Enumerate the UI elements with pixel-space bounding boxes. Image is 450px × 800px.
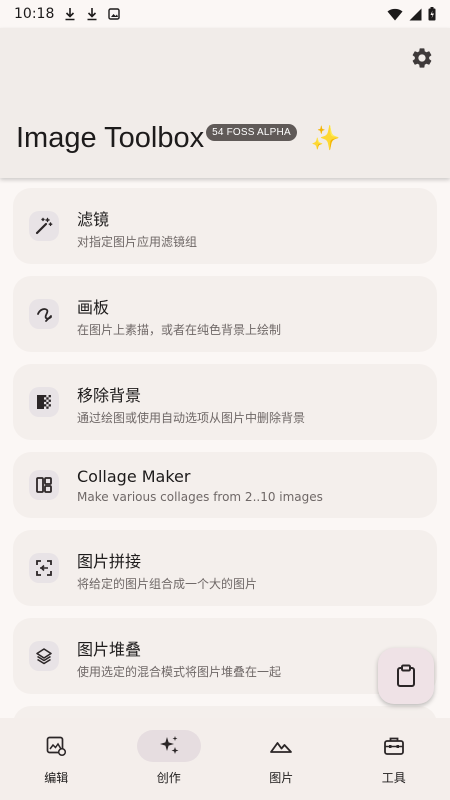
toolbox-icon (383, 737, 404, 755)
nav-icon-container (362, 730, 426, 762)
tool-subtitle: 通过绘图或使用自动选项从图片中删除背景 (77, 411, 306, 425)
clipboard-icon (397, 664, 415, 687)
battery-icon (428, 7, 436, 21)
download-icon (65, 8, 75, 21)
tool-card-filter[interactable]: 滤镜 对指定图片应用滤镜组 (13, 188, 437, 264)
tool-card-collage-maker[interactable]: Collage Maker Make various collages from… (13, 452, 437, 518)
nav-label: 创作 (156, 771, 181, 785)
nav-icon-container (249, 730, 313, 762)
download-icon (87, 8, 97, 21)
nav-label: 工具 (381, 771, 406, 785)
nav-label: 图片 (269, 771, 294, 785)
status-time: 10:18 (14, 6, 55, 22)
tool-card-partial[interactable] (13, 706, 437, 718)
nav-label: 编辑 (44, 771, 69, 785)
nav-icon-container (136, 730, 201, 762)
tool-title: 图片拼接 (77, 552, 142, 571)
tool-title: 画板 (77, 298, 110, 317)
tool-list: 滤镜 对指定图片应用滤镜组 画板 在图片上素描，或者在纯色背景上绘制 移除背景 … (0, 178, 450, 718)
tool-subtitle: 使用选定的混合模式将图片堆叠在一起 (77, 665, 282, 679)
landscape-icon (270, 742, 293, 753)
stitch-icon (29, 553, 59, 583)
nav-icon-container (24, 730, 88, 762)
sparkles-icon (159, 736, 179, 754)
tool-title: Collage Maker (77, 467, 191, 486)
status-bar: 10:18 (0, 0, 450, 28)
nav-edit[interactable]: 编辑 (0, 718, 113, 800)
magic-wand-icon (29, 211, 59, 241)
nav-tools[interactable]: 工具 (338, 718, 450, 800)
clipboard-fab[interactable] (378, 648, 434, 704)
tool-title: 移除背景 (77, 386, 142, 405)
tool-card-draw[interactable]: 画板 在图片上素描，或者在纯色背景上绘制 (13, 276, 437, 352)
tool-subtitle: Make various collages from 2..10 images (77, 490, 323, 504)
tool-title: 图片堆叠 (77, 640, 142, 659)
sparkles-icon[interactable]: ✨ (311, 124, 341, 152)
tool-subtitle: 在图片上素描，或者在纯色背景上绘制 (77, 323, 282, 337)
tool-card-image-stacking[interactable]: 图片堆叠 使用选定的混合模式将图片堆叠在一起 (13, 618, 437, 694)
gear-icon (412, 48, 432, 68)
cellular-signal-icon (409, 8, 422, 20)
tool-card-image-stitching[interactable]: 图片拼接 将给定的图片组合成一个大的图片 (13, 530, 437, 606)
app-header: Image Toolbox 54 FOSS ALPHA ✨ (0, 28, 450, 178)
bottom-navigation: 编辑 创作 图片 工具 (0, 718, 450, 800)
tool-subtitle: 将给定的图片组合成一个大的图片 (77, 577, 258, 591)
nav-images[interactable]: 图片 (225, 718, 338, 800)
draw-icon (29, 299, 59, 329)
transparency-icon (29, 387, 59, 417)
nav-create[interactable]: 创作 (113, 718, 226, 800)
wifi-icon (387, 8, 403, 20)
version-badge: 54 FOSS ALPHA (206, 124, 297, 141)
tool-title: 滤镜 (77, 210, 110, 229)
app-title: Image Toolbox (16, 122, 205, 154)
layers-icon (29, 641, 59, 671)
image-notification-icon (108, 8, 121, 20)
tool-subtitle: 对指定图片应用滤镜组 (77, 235, 198, 249)
edit-image-icon (46, 736, 67, 757)
settings-button[interactable] (406, 42, 438, 74)
collage-icon (29, 470, 59, 500)
tool-card-remove-background[interactable]: 移除背景 通过绘图或使用自动选项从图片中删除背景 (13, 364, 437, 440)
title-row: Image Toolbox 54 FOSS ALPHA ✨ (16, 120, 341, 156)
